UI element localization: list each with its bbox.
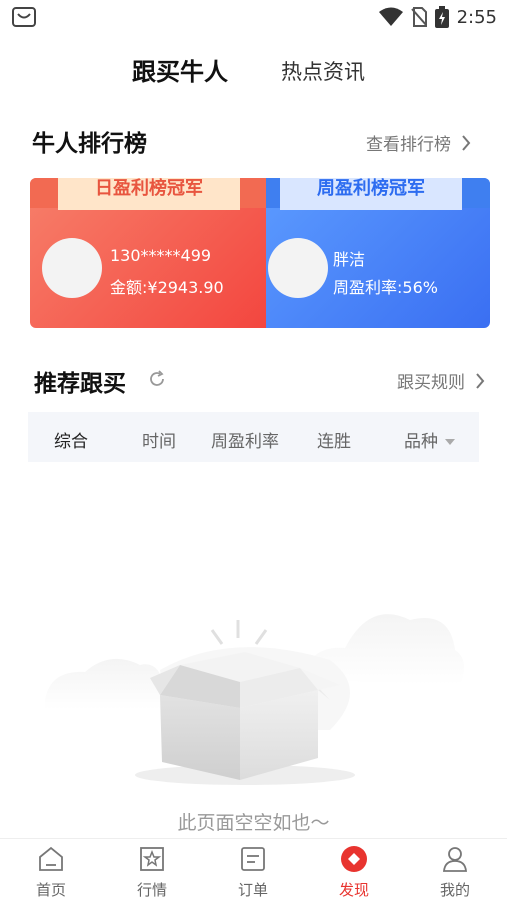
nav-home[interactable]: 首页 <box>16 845 86 900</box>
filter-time[interactable]: 时间 <box>142 427 176 452</box>
empty-state-message: 此页面空空如也～ <box>177 812 330 834</box>
clock: 2:55 <box>456 6 497 28</box>
tab-hot-news[interactable]: 热点资讯 <box>281 56 365 86</box>
empty-box-illustration <box>45 614 464 785</box>
filter-bar: 综合 时间 周盈利率 连胜 品种 <box>28 412 479 462</box>
nav-profile-label: 我的 <box>439 881 470 899</box>
recommend-title: 推荐跟买 <box>34 371 126 397</box>
avatar <box>268 238 328 298</box>
follow-rules-link[interactable]: 跟买规则 <box>397 368 485 393</box>
weekly-ribbon: 周盈利榜冠军 <box>280 178 462 210</box>
caret-down-icon <box>445 439 456 445</box>
ranking-title: 牛人排行榜 <box>32 131 147 157</box>
filter-category[interactable]: 品种 <box>404 427 456 452</box>
nav-market-label: 行情 <box>136 881 167 899</box>
weekly-champion-rate: 周盈利率:56% <box>333 278 438 297</box>
nav-orders-label: 订单 <box>237 881 268 899</box>
filter-win-streak[interactable]: 连胜 <box>317 427 351 452</box>
nav-orders[interactable]: 订单 <box>218 845 288 900</box>
nav-profile[interactable]: 我的 <box>420 845 490 900</box>
filter-category-label: 品种 <box>404 432 438 452</box>
home-icon <box>39 846 63 871</box>
app-notification-icon <box>12 7 36 27</box>
refresh-icon[interactable] <box>148 370 166 388</box>
wifi-icon <box>378 7 403 26</box>
daily-champion-card[interactable]: 日盈利榜冠军 130*****499 金额:¥2943.90 <box>30 178 268 328</box>
weekly-champion-name: 胖洁 <box>333 250 366 269</box>
status-bar: 2:55 <box>0 0 507 36</box>
follow-rules-label: 跟买规则 <box>397 373 465 393</box>
no-sim-icon <box>410 7 427 27</box>
daily-champion-name: 130*****499 <box>110 246 212 265</box>
discover-icon <box>341 846 367 872</box>
filter-comprehensive[interactable]: 综合 <box>54 427 88 452</box>
weekly-champion-card[interactable]: 周盈利榜冠军 胖洁 周盈利率:56% <box>266 178 490 328</box>
filter-weekly-rate[interactable]: 周盈利率 <box>211 427 279 452</box>
nav-discover[interactable]: 发现 <box>319 845 389 900</box>
tab-follow-buy[interactable]: 跟买牛人 <box>132 52 228 87</box>
chevron-right-icon <box>476 372 485 389</box>
view-ranking-link[interactable]: 查看排行榜 <box>366 130 471 155</box>
nav-discover-label: 发现 <box>338 881 369 899</box>
daily-champion-amount: 金额:¥2943.90 <box>110 278 224 297</box>
avatar <box>42 238 102 298</box>
bottom-nav: 首页 行情 订单 发现 我的 <box>0 838 507 907</box>
battery-charging-icon <box>434 6 449 28</box>
nav-market[interactable]: 行情 <box>117 845 187 900</box>
top-tabs: 跟买牛人 热点资讯 <box>0 52 507 92</box>
order-icon <box>241 847 265 871</box>
chevron-right-icon <box>462 134 471 151</box>
nav-home-label: 首页 <box>35 881 66 899</box>
daily-ribbon: 日盈利榜冠军 <box>58 178 240 210</box>
market-icon <box>140 847 164 871</box>
view-ranking-label: 查看排行榜 <box>366 135 451 155</box>
profile-icon <box>443 847 467 872</box>
